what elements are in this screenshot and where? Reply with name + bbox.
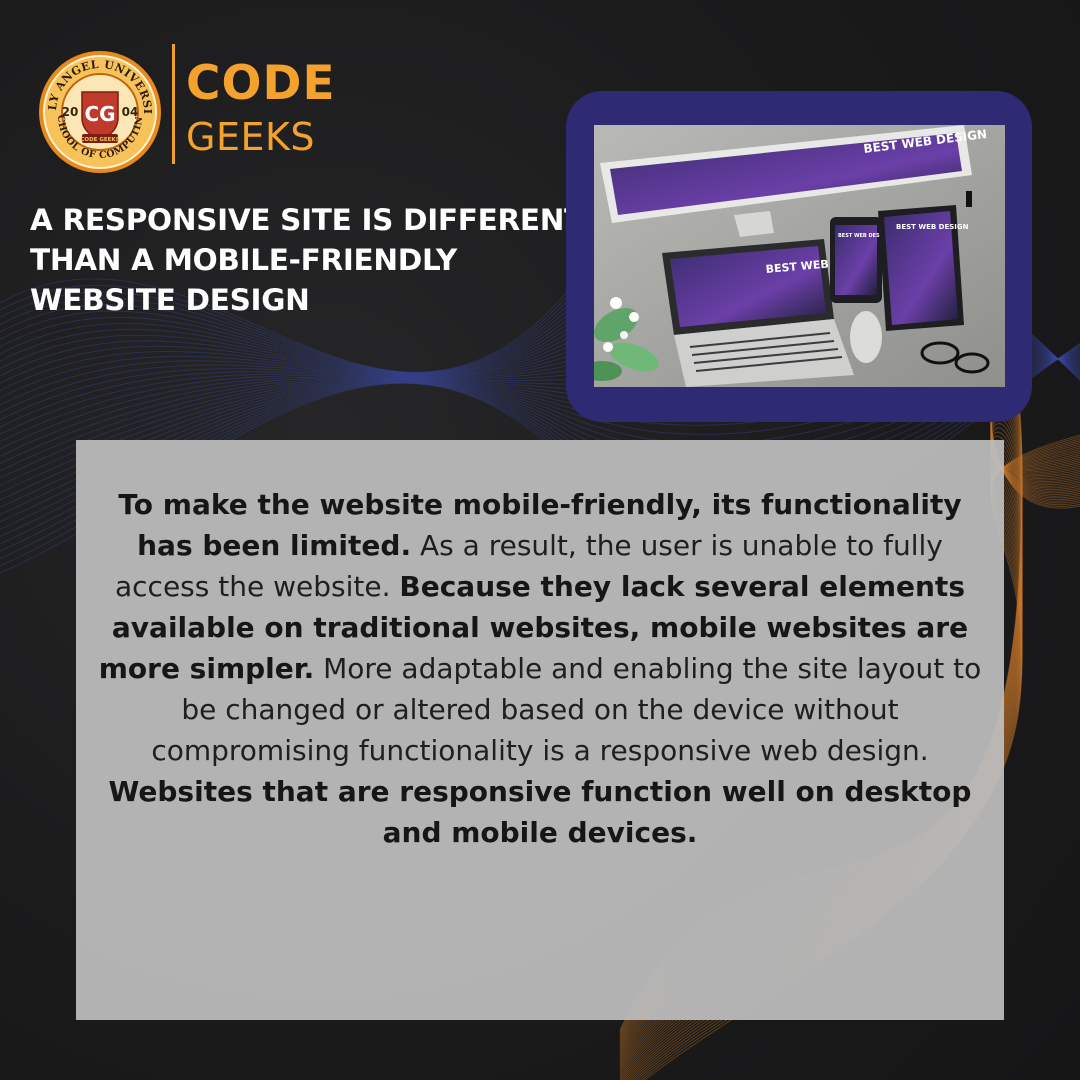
body-bold-3: Websites that are responsive function we…: [108, 775, 972, 849]
headline: A RESPONSIVE SITE IS DIFFERENT THAN A MO…: [30, 203, 584, 317]
seal-year-right: 04: [122, 105, 139, 119]
school-seal-logo: HOLY ANGEL UNIVERSITY SCHOOL OF COMPUTIN…: [38, 50, 161, 173]
brand-name-code: CODE: [186, 56, 336, 111]
seal-ribbon-text: CODE GEEKS: [80, 137, 119, 143]
brand-name-geeks: GEEKS: [186, 115, 316, 159]
poster: HOLY ANGEL UNIVERSITY SCHOOL OF COMPUTIN…: [0, 0, 1080, 1080]
devices-illustration: BEST WEB DESIGN BEST WEB DESIGN BEST WEB…: [594, 125, 1005, 387]
seal-year-left: 20: [62, 105, 79, 119]
tablet-screen-text: BEST WEB DESIGN: [896, 223, 969, 231]
brand-divider: [172, 44, 175, 164]
body-paragraph: To make the website mobile-friendly, its…: [86, 484, 994, 853]
devices-photo: BEST WEB DESIGN BEST WEB DESIGN BEST WEB…: [594, 125, 1005, 387]
usb-drive: [966, 191, 972, 207]
seal-monogram: CG: [84, 102, 115, 126]
tablet-device: BEST WEB DESIGN: [878, 205, 969, 331]
mouse: [850, 311, 882, 363]
